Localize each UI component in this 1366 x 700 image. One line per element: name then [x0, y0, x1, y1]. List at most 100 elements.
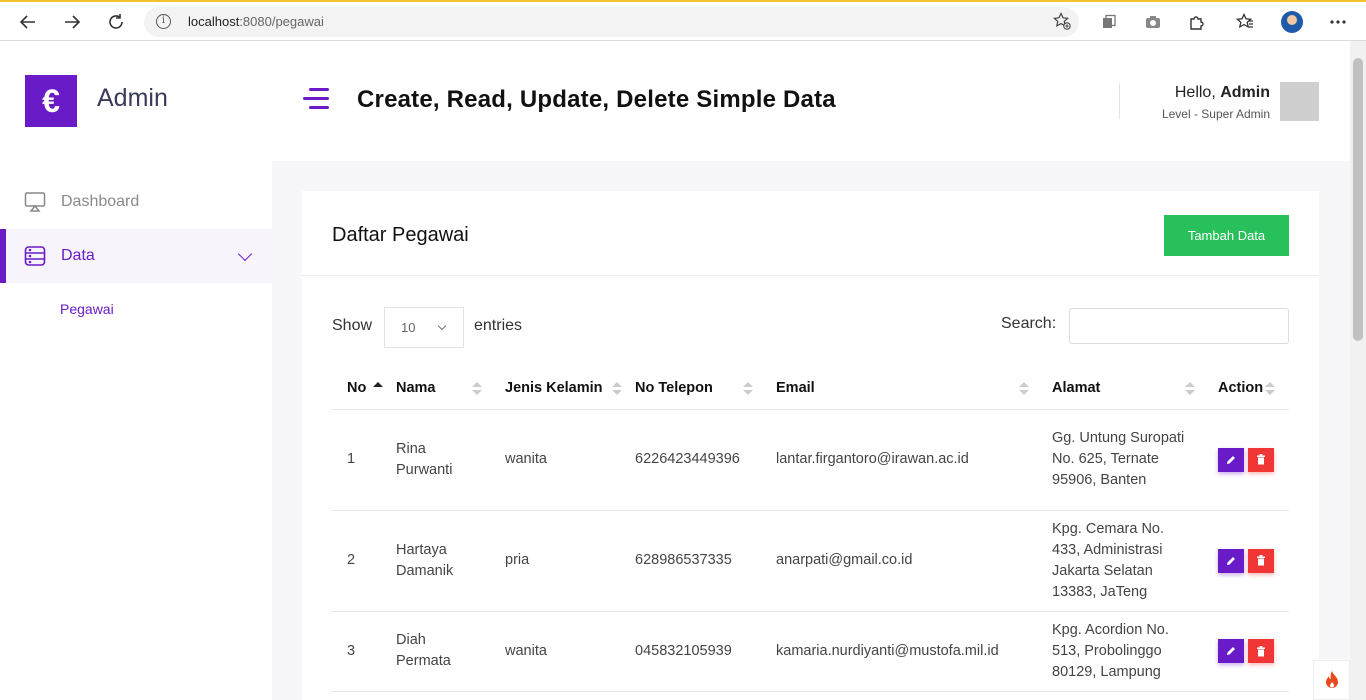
search-label: Search: — [1001, 315, 1057, 332]
cell-no-telepon: 628986537335 — [620, 510, 761, 612]
cell-nama: Rina Purwanti — [381, 409, 490, 511]
column-header-no-telepon[interactable]: No Telepon — [620, 368, 761, 410]
back-icon[interactable] — [15, 10, 41, 34]
collections-icon[interactable] — [1099, 12, 1119, 32]
refresh-icon[interactable] — [103, 10, 129, 34]
cell-jenis-kelamin: pria — [490, 510, 620, 612]
edit-button[interactable] — [1218, 447, 1244, 472]
forward-icon[interactable] — [59, 10, 85, 34]
page-title: Create, Read, Update, Delete Simple Data — [357, 86, 836, 113]
profile-avatar[interactable] — [1281, 11, 1303, 33]
employee-table: No Nama Jenis Kelamin No Telepon Email A… — [332, 368, 1289, 692]
delete-button[interactable] — [1248, 447, 1274, 472]
column-header-no[interactable]: No — [332, 368, 383, 410]
brand-name: Admin — [97, 84, 168, 112]
pencil-icon — [1227, 556, 1235, 565]
cell-email: lantar.firgantoro@irawan.ac.id — [761, 409, 1037, 511]
column-header-email[interactable]: Email — [761, 368, 1037, 410]
cell-jenis-kelamin: wanita — [490, 611, 620, 692]
favorites-icon[interactable] — [1235, 12, 1255, 32]
browser-toolbar: i localhost:8080/pegawai — [0, 0, 1366, 41]
cell-alamat: Kpg. Cemara No. 433, Administrasi Jakart… — [1037, 510, 1203, 612]
cell-alamat: Gg. Untung Suropati No. 625, Ternate 959… — [1037, 409, 1203, 511]
cell-email: anarpati@gmail.co.id — [761, 510, 1037, 612]
sidebar-subitem-pegawai[interactable]: Pegawai — [60, 301, 114, 317]
address-bar[interactable]: i localhost:8080/pegawai — [144, 7, 1079, 37]
sort-icon — [1265, 382, 1275, 396]
sidebar-item-data[interactable]: Data — [0, 229, 272, 283]
menu-toggle-icon[interactable] — [303, 88, 329, 110]
entries-value: 10 — [401, 320, 416, 335]
delete-button[interactable] — [1248, 639, 1274, 663]
entries-select[interactable]: 10 — [384, 307, 464, 348]
sidebar-item-label: Data — [61, 247, 95, 264]
delete-button[interactable] — [1248, 548, 1274, 573]
cell-no-telepon: 6226423449396 — [620, 409, 761, 511]
chevron-down-icon — [437, 321, 447, 331]
column-header-jenis-kelamin[interactable]: Jenis Kelamin — [490, 368, 622, 410]
sort-icon — [472, 382, 482, 396]
flame-icon[interactable] — [1313, 660, 1350, 700]
trash-icon — [1257, 454, 1265, 465]
sidebar: € Admin Dashboard Data Pegawai — [0, 41, 272, 700]
table-header-row: No Nama Jenis Kelamin No Telepon Email A… — [332, 368, 1289, 410]
sidebar-item-dashboard[interactable]: Dashboard — [0, 175, 272, 229]
more-icon[interactable] — [1328, 12, 1348, 32]
sidebar-item-label: Dashboard — [61, 193, 140, 210]
edit-button[interactable] — [1218, 548, 1244, 573]
user-name: Admin — [1220, 84, 1270, 101]
card-header: Daftar Pegawai Tambah Data — [302, 191, 1319, 276]
cell-action — [1203, 409, 1289, 511]
cell-jenis-kelamin: wanita — [490, 409, 620, 511]
cell-no-telepon: 045832105939 — [620, 611, 761, 692]
trash-icon — [1257, 555, 1265, 566]
cell-nama: Hartaya Damanik — [381, 510, 490, 612]
user-level: Level - Super Admin — [1161, 107, 1270, 121]
top-header: Create, Read, Update, Delete Simple Data… — [272, 41, 1350, 161]
search-input[interactable] — [1069, 308, 1289, 344]
sort-icon — [1019, 382, 1029, 396]
pencil-icon — [1227, 647, 1235, 655]
show-label: Show — [332, 317, 373, 334]
trash-icon — [1257, 645, 1265, 656]
header-divider — [1119, 83, 1120, 119]
edit-button[interactable] — [1218, 639, 1244, 663]
sort-icon — [612, 382, 622, 396]
cell-alamat: Kpg. Acordion No. 513, Probolinggo 80129… — [1037, 611, 1203, 692]
url-text[interactable]: localhost:8080/pegawai — [188, 14, 324, 29]
cell-no: 1 — [332, 409, 381, 511]
scrollbar-thumb[interactable] — [1353, 58, 1363, 341]
database-icon — [24, 245, 46, 267]
employee-card: Daftar Pegawai Tambah Data Show 10 entri… — [302, 191, 1319, 700]
cell-no: 3 — [332, 611, 381, 692]
add-favorite-icon[interactable] — [1053, 12, 1071, 34]
cell-action — [1203, 510, 1289, 612]
column-header-action[interactable]: Action — [1203, 368, 1289, 410]
sort-icon — [743, 382, 753, 396]
extensions-icon[interactable] — [1187, 12, 1207, 32]
card-title: Daftar Pegawai — [332, 224, 469, 246]
table-row: 1 Rina Purwanti wanita 6226423449396 lan… — [332, 409, 1289, 511]
chevron-down-icon — [237, 246, 253, 262]
column-header-nama[interactable]: Nama — [381, 368, 490, 410]
logo-icon[interactable]: € — [25, 75, 77, 127]
column-header-alamat[interactable]: Alamat — [1037, 368, 1203, 410]
cell-no: 2 — [332, 510, 381, 612]
monitor-icon — [24, 191, 46, 213]
info-icon[interactable]: i — [156, 14, 171, 29]
camera-icon[interactable] — [1143, 12, 1163, 32]
table-row: 3 Diah Permata wanita 045832105939 kamar… — [332, 611, 1289, 692]
user-greeting: Hello, Admin — [1174, 84, 1270, 101]
sort-icon — [1185, 382, 1195, 396]
add-data-button[interactable]: Tambah Data — [1164, 215, 1289, 256]
pencil-icon — [1227, 455, 1235, 464]
cell-nama: Diah Permata — [381, 611, 490, 692]
table-row: 2 Hartaya Damanik pria 628986537335 anar… — [332, 510, 1289, 612]
avatar[interactable] — [1280, 82, 1319, 121]
sort-asc-icon — [373, 382, 383, 396]
main-content: Create, Read, Update, Delete Simple Data… — [272, 41, 1350, 700]
entries-label: entries — [474, 317, 523, 334]
page-scrollbar[interactable] — [1350, 41, 1366, 700]
cell-email: kamaria.nurdiyanti@mustofa.mil.id — [761, 611, 1037, 692]
cell-action — [1203, 611, 1289, 692]
